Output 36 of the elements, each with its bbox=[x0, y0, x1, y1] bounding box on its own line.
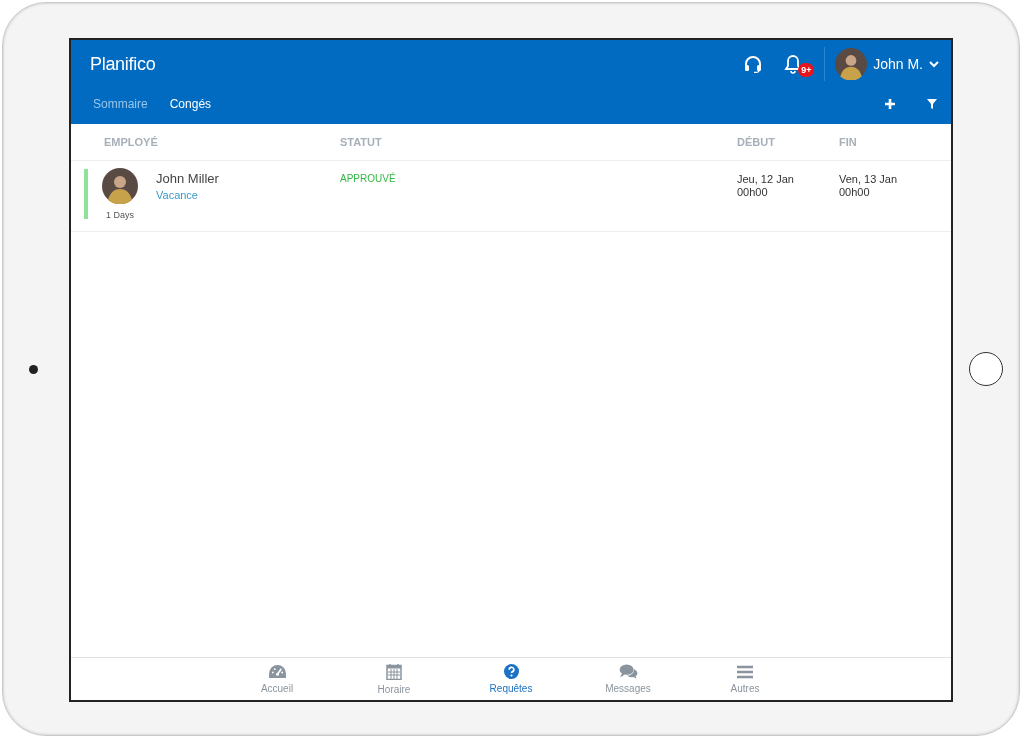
menu-icon bbox=[737, 664, 753, 679]
column-header: FIN bbox=[839, 136, 858, 148]
start-date: Jeu, 12 Jan bbox=[737, 173, 794, 185]
nav-item[interactable]: Horaire bbox=[335, 658, 453, 700]
filter-icon[interactable] bbox=[927, 99, 937, 109]
status-text: APPROUVÉ bbox=[340, 173, 396, 184]
user-menu[interactable]: John M. bbox=[835, 48, 939, 80]
leave-type: Vacance bbox=[156, 189, 199, 201]
avatar-icon bbox=[102, 168, 138, 204]
chevron-down-icon bbox=[929, 60, 939, 68]
tab[interactable]: Congés bbox=[169, 97, 212, 111]
headset-icon[interactable] bbox=[744, 55, 763, 73]
column-header: DÉBUT bbox=[737, 136, 776, 148]
home-button[interactable] bbox=[969, 352, 1003, 386]
end-date: Ven, 13 Jan bbox=[839, 173, 898, 185]
nav-item[interactable]: Requêtes bbox=[452, 658, 570, 700]
plus-icon[interactable] bbox=[885, 99, 895, 109]
employee-name: John Miller bbox=[156, 171, 219, 186]
gauge-icon bbox=[267, 664, 287, 679]
start-time: 00h00 bbox=[737, 186, 768, 198]
avatar-icon bbox=[835, 48, 868, 80]
calendar-icon bbox=[386, 663, 402, 680]
chat-bubbles-icon bbox=[618, 664, 638, 679]
column-header: EMPLOYÉ bbox=[104, 136, 159, 148]
question-icon bbox=[503, 664, 519, 679]
duration-text: 1 Days bbox=[106, 210, 134, 220]
camera-dot bbox=[28, 364, 38, 374]
app-logo: Planifico bbox=[90, 53, 157, 75]
nav-item[interactable]: Autres bbox=[686, 658, 804, 700]
nav-item[interactable]: Accueil bbox=[218, 658, 336, 700]
column-header: STATUT bbox=[340, 136, 383, 148]
notification-badge: 9+ bbox=[798, 63, 815, 77]
end-time: 00h00 bbox=[839, 186, 870, 198]
nav-item[interactable]: Messages bbox=[569, 658, 687, 700]
tab[interactable]: Sommaire bbox=[93, 97, 148, 111]
status-bar bbox=[84, 169, 88, 219]
